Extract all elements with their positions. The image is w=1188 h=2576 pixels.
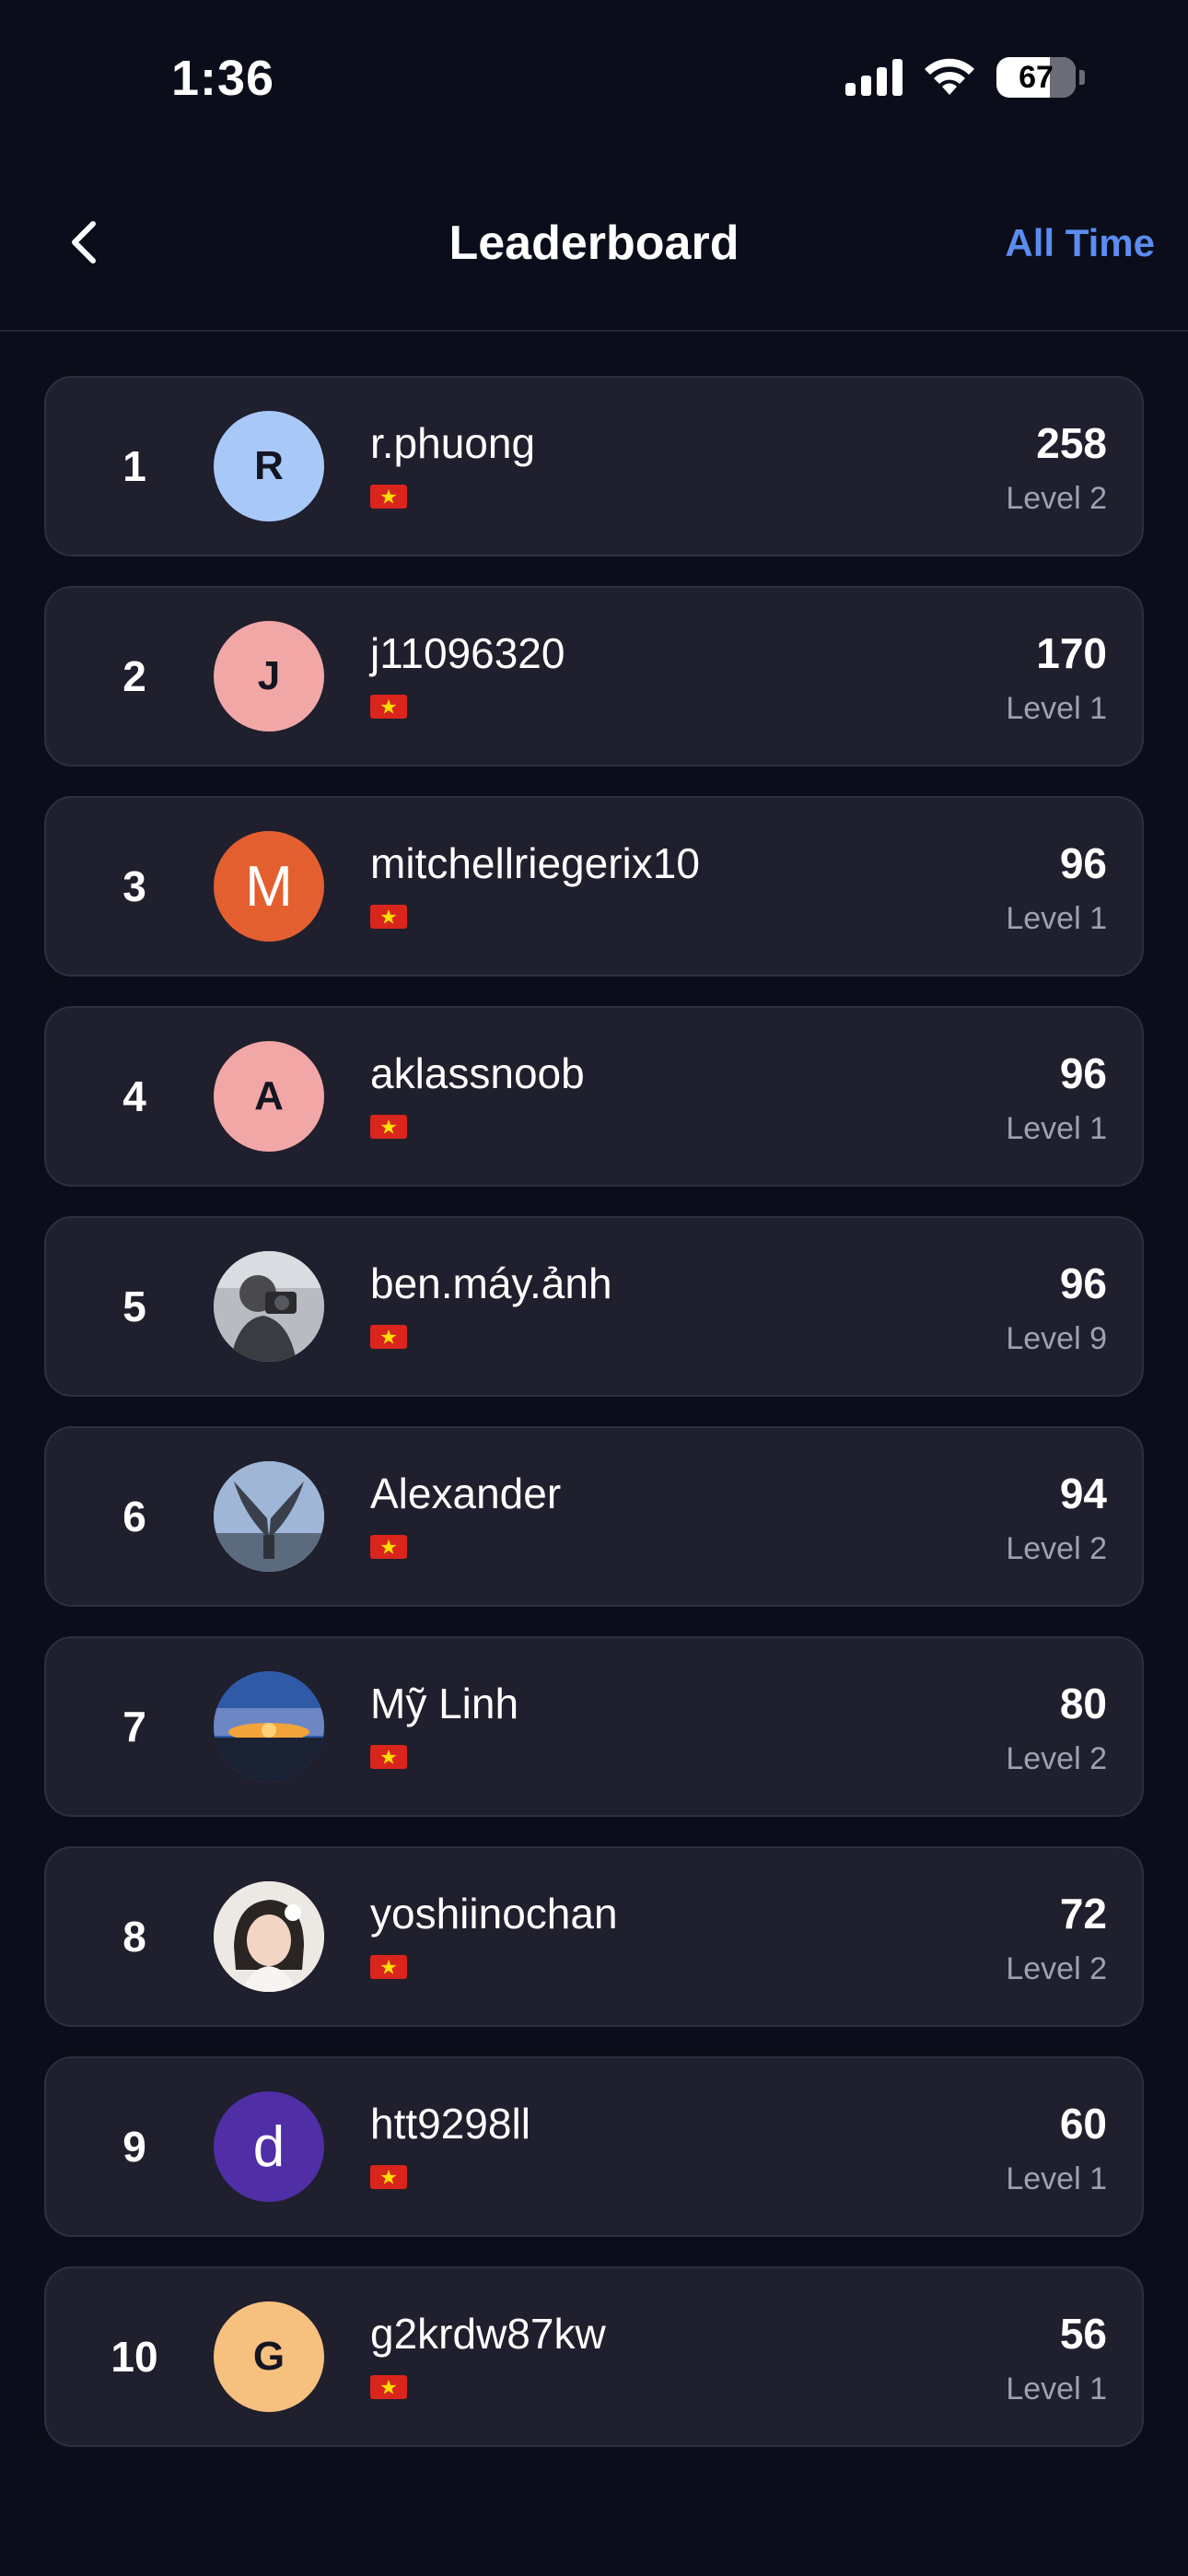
statue-photo-icon bbox=[214, 1461, 324, 1572]
vietnam-flag-icon bbox=[370, 695, 407, 719]
sunset-photo-icon bbox=[214, 1671, 324, 1782]
portrait-photo-icon bbox=[214, 1881, 324, 1992]
score: 96 bbox=[1059, 1049, 1107, 1097]
username: ben.máy.ảnh bbox=[370, 1259, 612, 1307]
rank-number: 1 bbox=[122, 442, 146, 490]
wifi-icon bbox=[925, 58, 974, 95]
leaderboard-row[interactable]: 1 R r.phuong 258 Level 2 bbox=[44, 376, 1144, 556]
photo-avatar[interactable] bbox=[214, 1881, 324, 1992]
level-label: Level 1 bbox=[1006, 691, 1107, 726]
vietnam-flag-icon bbox=[370, 2375, 407, 2399]
rank-number: 7 bbox=[122, 1703, 146, 1751]
level-label: Level 2 bbox=[1006, 1531, 1107, 1566]
avatar-initial: J bbox=[257, 653, 281, 698]
leaderboard-row[interactable]: 2 J j11096320 170 Level 1 bbox=[44, 586, 1144, 767]
level-label: Level 1 bbox=[1006, 901, 1107, 936]
leaderboard-row[interactable]: 3 M mitchellriegerix10 96 Level 1 bbox=[44, 796, 1144, 977]
username: Mỹ Linh bbox=[370, 1680, 519, 1727]
level-label: Level 1 bbox=[1006, 2371, 1107, 2406]
score: 80 bbox=[1059, 1680, 1107, 1727]
avatar-initial: G bbox=[252, 2334, 285, 2379]
score: 60 bbox=[1059, 2100, 1107, 2148]
rank-number: 8 bbox=[122, 1913, 146, 1961]
level-label: Level 1 bbox=[1006, 2161, 1107, 2196]
leaderboard-list[interactable]: 1 R r.phuong 258 Level 2 2 J j11096320 1… bbox=[44, 376, 1144, 2476]
avatar-initial: A bbox=[254, 1073, 284, 1118]
rank-number: 6 bbox=[122, 1493, 146, 1540]
vietnam-flag-icon bbox=[370, 1325, 407, 1349]
photographer-photo-icon bbox=[214, 1251, 324, 1362]
status-time: 1:36 bbox=[171, 51, 275, 106]
nav-header: Leaderboard All Time bbox=[0, 157, 1188, 332]
rank-number: 10 bbox=[111, 2333, 158, 2381]
rank-number: 5 bbox=[122, 1282, 146, 1330]
avatar[interactable]: d bbox=[214, 2091, 324, 2202]
avatar-initial: M bbox=[245, 854, 293, 919]
cellular-signal-icon bbox=[845, 59, 903, 96]
username: r.phuong bbox=[370, 419, 536, 467]
photo-avatar[interactable] bbox=[214, 1461, 324, 1572]
avatar[interactable]: R bbox=[214, 411, 324, 521]
photo-avatar[interactable] bbox=[214, 1671, 324, 1782]
leaderboard-row[interactable]: 10 G g2krdw87kw 56 Level 1 bbox=[44, 2266, 1144, 2447]
level-label: Level 1 bbox=[1006, 1111, 1107, 1146]
vietnam-flag-icon bbox=[370, 1115, 407, 1139]
rank-number: 3 bbox=[122, 862, 146, 910]
username: Alexander bbox=[370, 1469, 562, 1517]
leaderboard-row[interactable]: 6 Alexander 94 Level 2 bbox=[44, 1426, 1144, 1607]
score: 94 bbox=[1059, 1469, 1107, 1517]
avatar[interactable]: A bbox=[214, 1041, 324, 1152]
level-label: Level 2 bbox=[1006, 1951, 1107, 1986]
score: 96 bbox=[1059, 839, 1107, 887]
level-label: Level 2 bbox=[1006, 1741, 1107, 1776]
avatar-initial: d bbox=[252, 2114, 285, 2179]
rank-number: 4 bbox=[122, 1072, 146, 1120]
level-label: Level 2 bbox=[1006, 481, 1107, 516]
status-icons: 67 bbox=[845, 57, 1085, 98]
leaderboard-row[interactable]: 7 Mỹ Linh 80 Level 2 bbox=[44, 1636, 1144, 1817]
vietnam-flag-icon bbox=[370, 1535, 407, 1559]
username: mitchellriegerix10 bbox=[370, 839, 700, 887]
avatar[interactable]: G bbox=[214, 2301, 324, 2412]
rank-number: 2 bbox=[122, 652, 146, 700]
username: htt9298ll bbox=[370, 2100, 530, 2148]
battery-icon: 67 bbox=[996, 57, 1076, 98]
avatar[interactable]: M bbox=[214, 831, 324, 942]
username: yoshiinochan bbox=[370, 1890, 618, 1938]
leaderboard-row[interactable]: 4 A aklassnoob 96 Level 1 bbox=[44, 1006, 1144, 1187]
avatar-initial: R bbox=[254, 443, 284, 488]
battery-tip bbox=[1079, 70, 1085, 85]
vietnam-flag-icon bbox=[370, 905, 407, 929]
vietnam-flag-icon bbox=[370, 485, 407, 509]
vietnam-flag-icon bbox=[370, 1745, 407, 1769]
photo-avatar[interactable] bbox=[214, 1251, 324, 1362]
username: j11096320 bbox=[370, 629, 565, 677]
score: 96 bbox=[1059, 1259, 1107, 1307]
status-bar: 1:36 67 bbox=[0, 0, 1188, 157]
leaderboard-row[interactable]: 8 yoshiinochan 72 Level 2 bbox=[44, 1846, 1144, 2027]
leaderboard-row[interactable]: 5 ben.máy.ảnh 96 Level 9 bbox=[44, 1216, 1144, 1397]
vietnam-flag-icon bbox=[370, 1955, 407, 1979]
leaderboard-row[interactable]: 9 d htt9298ll 60 Level 1 bbox=[44, 2056, 1144, 2237]
vietnam-flag-icon bbox=[370, 2165, 407, 2189]
username: aklassnoob bbox=[370, 1049, 585, 1097]
score: 258 bbox=[1036, 419, 1107, 467]
avatar[interactable]: J bbox=[214, 621, 324, 732]
level-label: Level 9 bbox=[1006, 1321, 1107, 1356]
score: 72 bbox=[1059, 1890, 1107, 1938]
time-filter-button[interactable]: All Time bbox=[1005, 221, 1155, 265]
rank-number: 9 bbox=[122, 2123, 146, 2171]
score: 170 bbox=[1036, 629, 1107, 677]
battery-percentage: 67 bbox=[1019, 59, 1054, 95]
username: g2krdw87kw bbox=[370, 2310, 606, 2358]
score: 56 bbox=[1059, 2310, 1107, 2358]
